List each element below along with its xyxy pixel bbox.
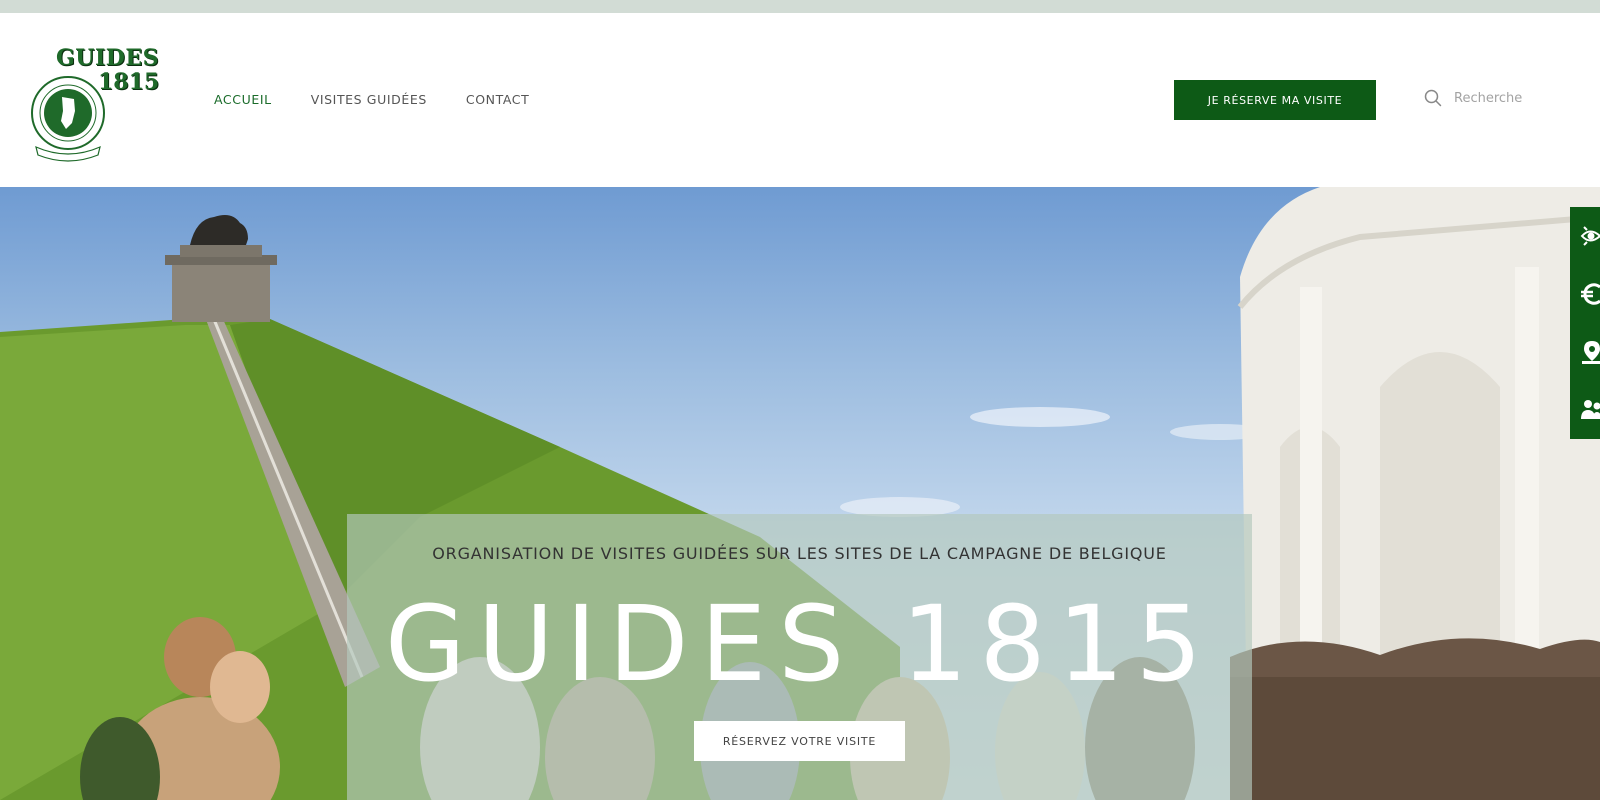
side-toolbar: [1570, 207, 1600, 439]
nav-item-visites-guidees[interactable]: VISITES GUIDÉES: [311, 92, 427, 107]
side-item-eye[interactable]: [1570, 207, 1600, 265]
group-icon: [1581, 400, 1600, 419]
search-icon[interactable]: [1424, 89, 1442, 107]
search-box: [1424, 89, 1554, 107]
hero-title: GUIDES 1815: [385, 583, 1214, 705]
reserve-visit-button[interactable]: JE RÉSERVE MA VISITE: [1174, 80, 1376, 120]
nav-item-contact[interactable]: CONTACT: [466, 92, 529, 107]
main-nav: ACCUEIL VISITES GUIDÉES CONTACT: [214, 92, 568, 107]
search-input[interactable]: [1454, 90, 1554, 106]
hero-overlay: ORGANISATION DE VISITES GUIDÉES SUR LES …: [347, 514, 1252, 800]
map-pin-icon: [1582, 341, 1600, 364]
book-visit-button[interactable]: RÉSERVEZ VOTRE VISITE: [694, 721, 905, 761]
euro-icon: [1581, 283, 1600, 305]
nav-item-accueil[interactable]: ACCUEIL: [214, 92, 272, 107]
top-strip: [0, 0, 1600, 13]
side-item-location[interactable]: [1570, 323, 1600, 381]
side-item-groups[interactable]: [1570, 381, 1600, 439]
site-logo[interactable]: GUIDES 1815: [28, 43, 162, 167]
side-item-price[interactable]: [1570, 265, 1600, 323]
logo-emblem-icon: [31, 76, 105, 162]
hero-subtitle: ORGANISATION DE VISITES GUIDÉES SUR LES …: [432, 544, 1167, 563]
site-header: GUIDES 1815 ACCUEIL VISITES GUIDÉES CONT…: [0, 13, 1600, 187]
eye-icon: [1580, 226, 1600, 246]
hero-section: ORGANISATION DE VISITES GUIDÉES SUR LES …: [0, 187, 1600, 800]
logo-line1: GUIDES: [56, 45, 159, 71]
